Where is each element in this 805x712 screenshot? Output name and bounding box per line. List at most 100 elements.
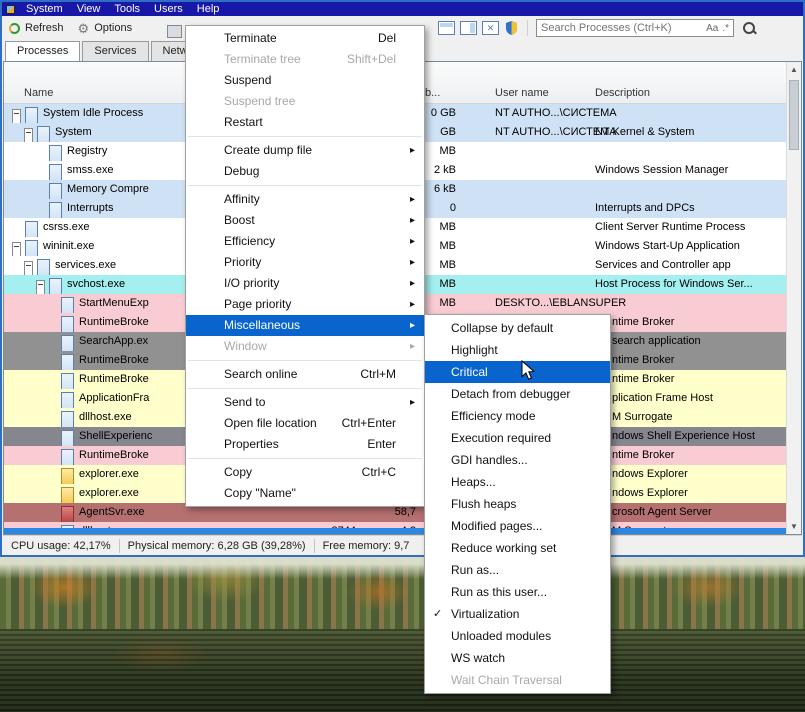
menu-item-collapse-by-default[interactable]: Collapse by default: [425, 317, 610, 339]
menu-item-execution-required[interactable]: Execution required: [425, 427, 610, 449]
menu-item-flush-heaps[interactable]: Flush heaps: [425, 493, 610, 515]
menu-item-run-as[interactable]: Run as...: [425, 559, 610, 581]
column-header-user-name[interactable]: User name: [495, 87, 549, 99]
menu-item-virtualization[interactable]: Virtualization ✓: [425, 603, 610, 625]
menu-item-ws-watch[interactable]: WS watch: [425, 647, 610, 669]
menu-item-create-dump-file[interactable]: Create dump file ▸: [186, 140, 424, 161]
menubar-item-tools[interactable]: Tools: [107, 2, 147, 16]
close-pane-icon[interactable]: [482, 21, 499, 35]
menu-item-restart[interactable]: Restart: [186, 112, 424, 133]
search-icon[interactable]: [742, 21, 757, 36]
scroll-up-icon[interactable]: ▲: [787, 62, 801, 77]
menu-item-detach-from-debugger[interactable]: Detach from debugger: [425, 383, 610, 405]
menu-item-search-online[interactable]: Search online Ctrl+M: [186, 364, 424, 385]
menu-item-efficiency-mode[interactable]: Efficiency mode: [425, 405, 610, 427]
regex-toggle[interactable]: .*: [722, 23, 729, 34]
miscellaneous-submenu: Collapse by default Highlight Critical Deta…: [424, 314, 611, 694]
menubar-item-system[interactable]: System: [19, 2, 70, 16]
menu-item-debug[interactable]: Debug: [186, 161, 424, 182]
menubar-item-view[interactable]: View: [70, 2, 108, 16]
menu-item-label: Execution required: [451, 431, 552, 445]
scrollbar-thumb[interactable]: [789, 80, 799, 150]
menu-item-suspend-tree: Suspend tree: [186, 91, 424, 112]
menu-item-properties[interactable]: Properties Enter: [186, 434, 424, 455]
scroll-down-icon[interactable]: ▼: [787, 519, 801, 534]
refresh-icon: [9, 22, 20, 34]
column-header-description[interactable]: Description: [595, 87, 650, 99]
menu-shortcut: Ctrl+M: [360, 367, 396, 381]
menubar-item-help[interactable]: Help: [190, 2, 227, 16]
description-value: M Surrogate: [612, 411, 673, 423]
user-name-value: NT AUTHO...\СИСТЕМА: [495, 107, 617, 119]
menu-item-label: Suspend tree: [224, 94, 296, 108]
menu-item-label: Virtualization: [451, 607, 520, 621]
menu-item-reduce-working-set[interactable]: Reduce working set: [425, 537, 610, 559]
menu-item-boost[interactable]: Boost ▸: [186, 210, 424, 231]
desktop-screen: System View Tools Users Help Refresh ⚙ Optio…: [0, 0, 805, 712]
description-value: ntime Broker: [612, 449, 675, 461]
menu-item-label: Unloaded modules: [451, 629, 552, 643]
menu-item-critical[interactable]: Critical: [425, 361, 610, 383]
menu-item-copy[interactable]: Copy Ctrl+C: [186, 462, 424, 483]
menu-item-i-o-priority[interactable]: I/O priority ▸: [186, 273, 424, 294]
menu-item-priority[interactable]: Priority ▸: [186, 252, 424, 273]
menu-item-modified-pages[interactable]: Modified pages...: [425, 515, 610, 537]
sidebar-toggle-icon[interactable]: [460, 21, 477, 35]
description-value: Windows Start-Up Application: [595, 240, 740, 252]
uac-shield-icon[interactable]: [504, 20, 519, 36]
submenu-arrow-icon: ▸: [409, 257, 415, 268]
menu-item-label: Modified pages...: [451, 519, 543, 533]
process-name: SearchApp.ex: [79, 335, 149, 347]
options-button[interactable]: ⚙ Options: [71, 17, 140, 39]
toolbar-right-group: Aa .*: [438, 17, 757, 39]
process-name: StartMenuExp: [79, 297, 149, 309]
partially-visible-selected-row[interactable]: [4, 528, 786, 534]
column-header-private-bytes[interactable]: b...: [425, 87, 440, 99]
menu-item-open-file-location[interactable]: Open file location Ctrl+Enter: [186, 413, 424, 434]
tab-services[interactable]: Services: [82, 41, 149, 61]
menu-item-label: Run as this user...: [451, 585, 548, 599]
refresh-label: Refresh: [25, 22, 64, 34]
column-header-name[interactable]: Name: [24, 87, 53, 99]
vertical-scrollbar[interactable]: ▲ ▼: [786, 62, 801, 534]
desktop-wallpaper: [0, 557, 805, 712]
menu-shortcut: Enter: [367, 437, 396, 451]
submenu-arrow-icon: ▸: [409, 397, 415, 408]
refresh-button[interactable]: Refresh: [2, 17, 71, 39]
description-value: ndows Explorer: [612, 468, 688, 480]
menu-item-label: Wait Chain Traversal: [451, 673, 562, 687]
process-name: RuntimeBroke: [79, 449, 149, 461]
menu-shortcut: Del: [377, 31, 396, 45]
user-name-value: DESKTO...\EBLANSUPER: [495, 297, 627, 309]
menu-item-send-to[interactable]: Send to ▸: [186, 392, 424, 413]
menu-item-label: Reduce working set: [451, 541, 557, 555]
search-input[interactable]: [541, 22, 703, 34]
process-context-menu: Terminate Del Terminate tree Shift+Del Suspe…: [185, 25, 425, 507]
submenu-arrow-icon: ▸: [409, 236, 415, 247]
menu-item-efficiency[interactable]: Efficiency ▸: [186, 231, 424, 252]
menu-item-page-priority[interactable]: Page priority ▸: [186, 294, 424, 315]
process-name: svchost.exe: [67, 278, 126, 290]
process-name: smss.exe: [67, 164, 114, 176]
pane-toggle-icon[interactable]: [438, 21, 455, 35]
tab-processes[interactable]: Processes: [5, 41, 81, 61]
menu-item-run-as-this-user[interactable]: Run as this user...: [425, 581, 610, 603]
menu-item-copy-name[interactable]: Copy "Name": [186, 483, 424, 504]
match-case-toggle[interactable]: Aa: [706, 23, 718, 34]
description-value: NT Kernel & System: [595, 126, 695, 138]
menu-item-gdi-handles[interactable]: GDI handles...: [425, 449, 610, 471]
menu-item-affinity[interactable]: Affinity ▸: [186, 189, 424, 210]
menu-item-unloaded-modules[interactable]: Unloaded modules: [425, 625, 610, 647]
menubar-item-users[interactable]: Users: [147, 2, 190, 16]
menu-item-label: Efficiency mode: [451, 409, 536, 423]
menu-item-heaps[interactable]: Heaps...: [425, 471, 610, 493]
menu-item-label: Critical: [451, 365, 488, 379]
process-name: RuntimeBroke: [79, 354, 149, 366]
menu-item-suspend[interactable]: Suspend: [186, 70, 424, 91]
menu-item-terminate[interactable]: Terminate Del: [186, 28, 424, 49]
menu-item-label: Terminate tree: [224, 52, 301, 66]
description-value: plication Frame Host: [612, 392, 713, 404]
menu-item-miscellaneous[interactable]: Miscellaneous ▸: [186, 315, 424, 336]
description-value: ntime Broker: [612, 316, 675, 328]
menu-item-highlight[interactable]: Highlight: [425, 339, 610, 361]
